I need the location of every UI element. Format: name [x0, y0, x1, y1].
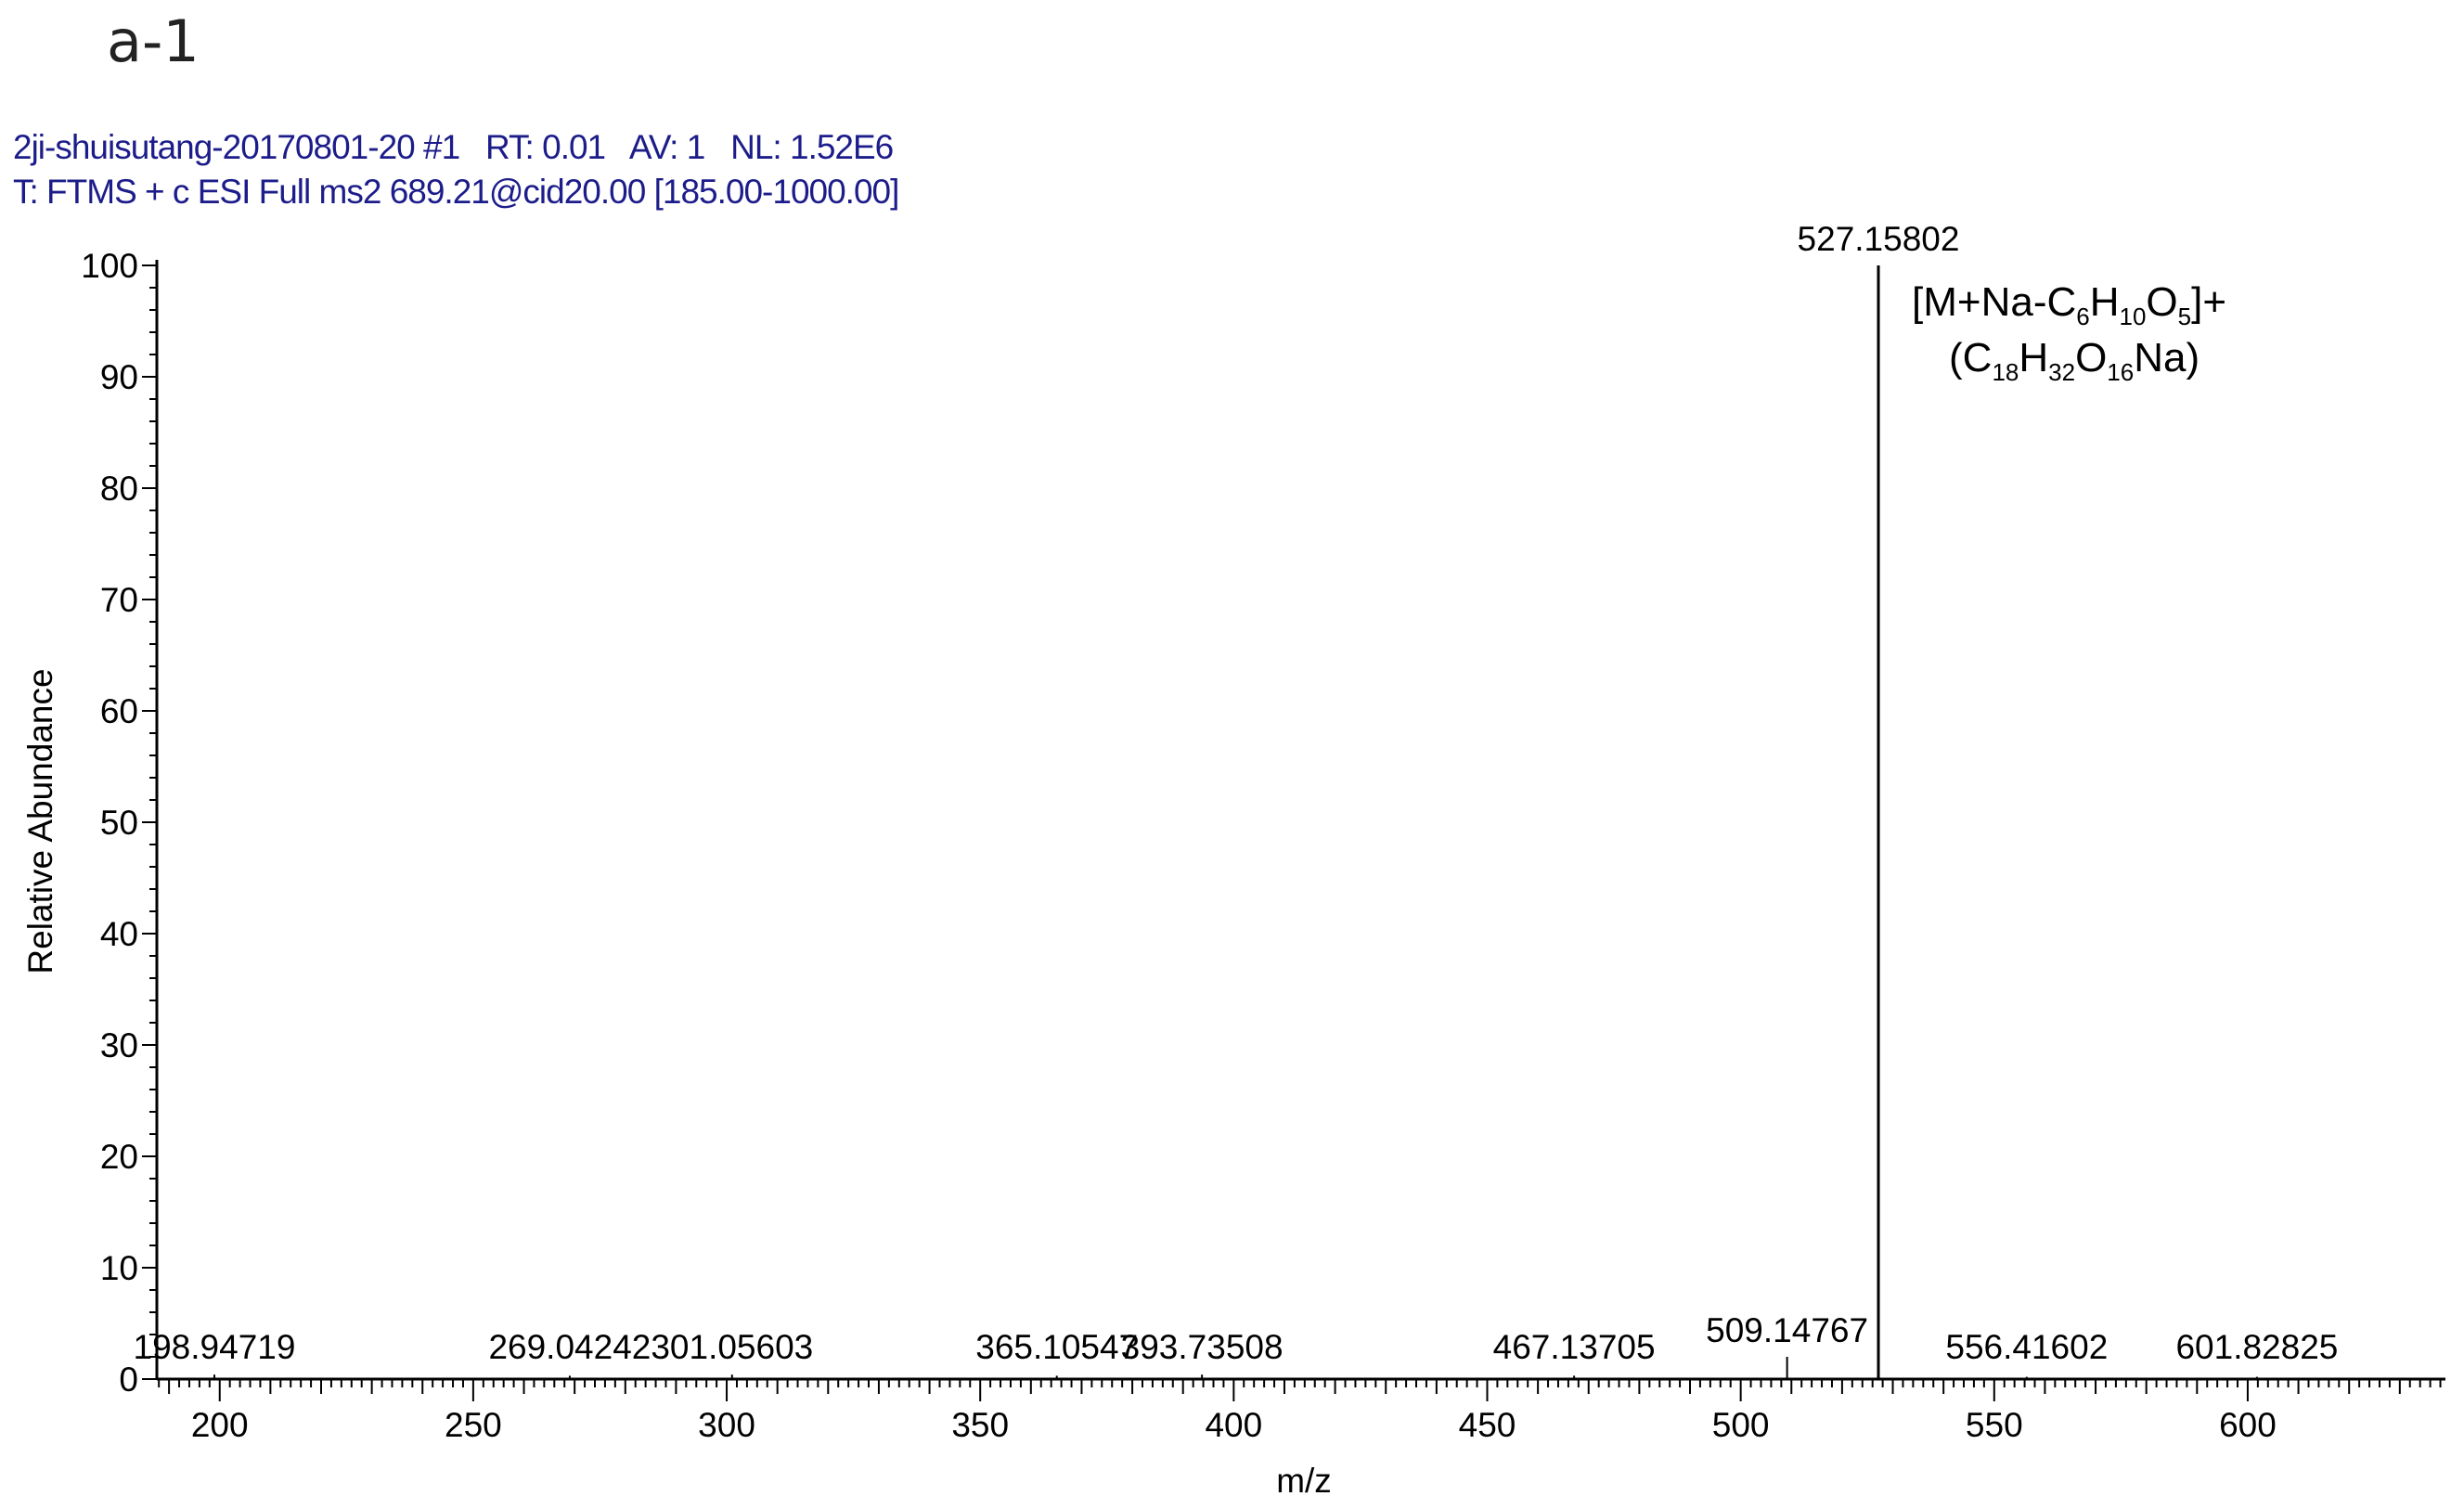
x-tick-label: 350	[951, 1406, 1009, 1444]
peak-label: 556.41602	[1945, 1328, 2108, 1366]
y-tick-label: 40	[100, 915, 138, 953]
peak-label: 509.14767	[1706, 1311, 1868, 1349]
peak-label: 365.10547	[975, 1328, 1138, 1366]
x-tick-label: 400	[1205, 1406, 1262, 1444]
mass-spectrum-chart: 200 250 300 350 400 450 500 550 600 0 10 20 30 40 50 60…	[21, 220, 2445, 1500]
y-tick-label: 90	[100, 358, 138, 396]
y-tick-label: 0	[119, 1361, 138, 1399]
x-tick-label: 550	[1966, 1406, 2023, 1444]
y-axis-label: Relative Abundance	[21, 668, 59, 974]
peak-label: 601.82825	[2175, 1328, 2338, 1366]
peak-label: 527.15802	[1798, 220, 1960, 258]
y-tick-label: 50	[100, 804, 138, 842]
x-tick-label: 600	[2219, 1406, 2277, 1444]
y-tick-label: 10	[100, 1249, 138, 1287]
x-tick-label: 500	[1712, 1406, 1770, 1444]
y-tick-label: 30	[100, 1026, 138, 1064]
x-tick-label: 250	[445, 1406, 502, 1444]
peak-label: 301.05603	[651, 1328, 813, 1366]
y-tick-label: 70	[100, 581, 138, 619]
annotation-line2: (C18H32O16Na)	[1949, 335, 2200, 386]
peak-label: 467.13705	[1493, 1328, 1656, 1366]
x-tick-label: 450	[1459, 1406, 1516, 1444]
y-tick-label: 100	[81, 247, 138, 285]
peak-label: 393.73508	[1121, 1328, 1284, 1366]
y-tick-label: 80	[100, 470, 138, 508]
y-tick-label: 20	[100, 1138, 138, 1176]
x-tick-label: 300	[698, 1406, 755, 1444]
x-axis-label: m/z	[1276, 1462, 1332, 1500]
peak-label: 269.04242	[488, 1328, 651, 1366]
y-tick-label: 60	[100, 692, 138, 730]
annotation-line1: [M+Na-C6H10O5]+	[1912, 279, 2226, 330]
peak-label: 198.94719	[134, 1328, 296, 1366]
x-tick-label: 200	[191, 1406, 249, 1444]
